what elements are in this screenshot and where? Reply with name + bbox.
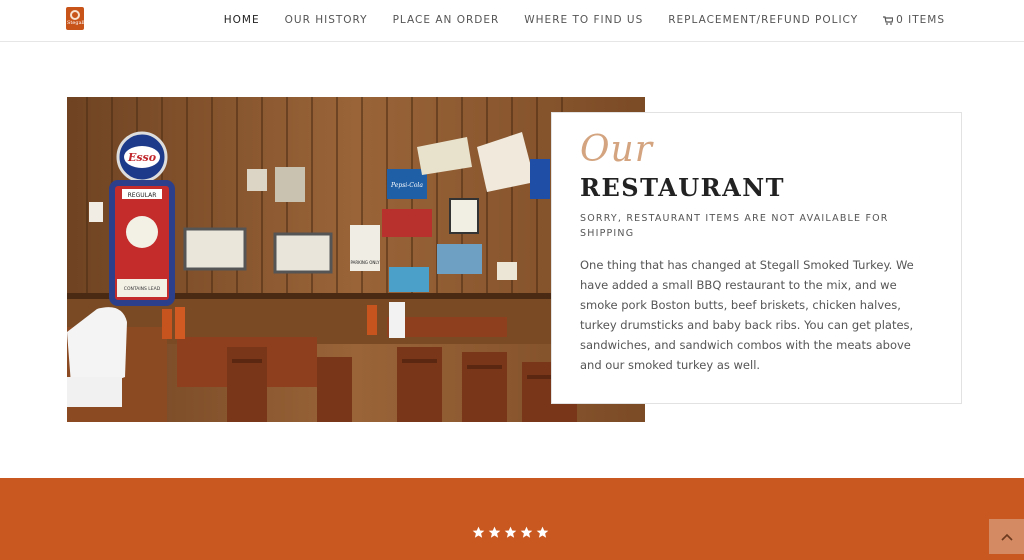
pump-regular-label: REGULAR bbox=[128, 192, 157, 199]
pump-lead-label: CONTAINS LEAD bbox=[124, 286, 161, 292]
cart-count: 0 ITEMS bbox=[896, 14, 945, 26]
pepsi-sign-text: Pepsi-Cola bbox=[390, 182, 423, 189]
card-subtitle: SORRY, RESTAURANT ITEMS ARE NOT AVAILABL… bbox=[580, 213, 889, 239]
nav-refund-policy[interactable]: REPLACEMENT/REFUND POLICY bbox=[668, 14, 858, 26]
main-nav: HOME OUR HISTORY PLACE AN ORDER WHERE TO… bbox=[199, 14, 945, 26]
gas-pump: Esso REGULAR CONTAINS LEAD bbox=[109, 131, 175, 306]
nav-our-history[interactable]: OUR HISTORY bbox=[285, 14, 368, 26]
star-icon bbox=[504, 526, 517, 538]
shopping-cart-icon bbox=[883, 15, 894, 25]
esso-sign-text: Esso bbox=[127, 151, 156, 164]
parking-sign-text: PARKING ONLY bbox=[350, 260, 380, 265]
reviews-band bbox=[0, 478, 1024, 560]
scroll-to-top-button[interactable] bbox=[989, 519, 1024, 554]
star-icon bbox=[520, 526, 533, 538]
logo-emblem bbox=[70, 10, 80, 20]
nav-place-an-order[interactable]: PLACE AN ORDER bbox=[393, 14, 500, 26]
star-icon bbox=[472, 526, 485, 538]
chevron-up-icon bbox=[1000, 533, 1013, 541]
card-script-title: Our bbox=[580, 129, 653, 170]
restaurant-card: Our RESTAURANT SORRY, RESTAURANT ITEMS A… bbox=[551, 112, 962, 404]
nav-home[interactable]: HOME bbox=[224, 14, 260, 26]
logo-text: Stegall bbox=[67, 20, 85, 26]
site-header: Stegall HOME OUR HISTORY PLACE AN ORDER … bbox=[0, 0, 1024, 42]
card-description: One thing that has changed at Stegall Sm… bbox=[580, 258, 914, 372]
card-title: RESTAURANT bbox=[580, 173, 786, 202]
star-icon bbox=[488, 526, 501, 538]
rating-stars bbox=[472, 526, 549, 539]
nav-where-to-find-us[interactable]: WHERE TO FIND US bbox=[524, 14, 643, 26]
star-icon bbox=[536, 526, 549, 538]
nav-cart[interactable]: 0 ITEMS bbox=[883, 14, 945, 26]
site-logo[interactable]: Stegall bbox=[66, 7, 85, 30]
